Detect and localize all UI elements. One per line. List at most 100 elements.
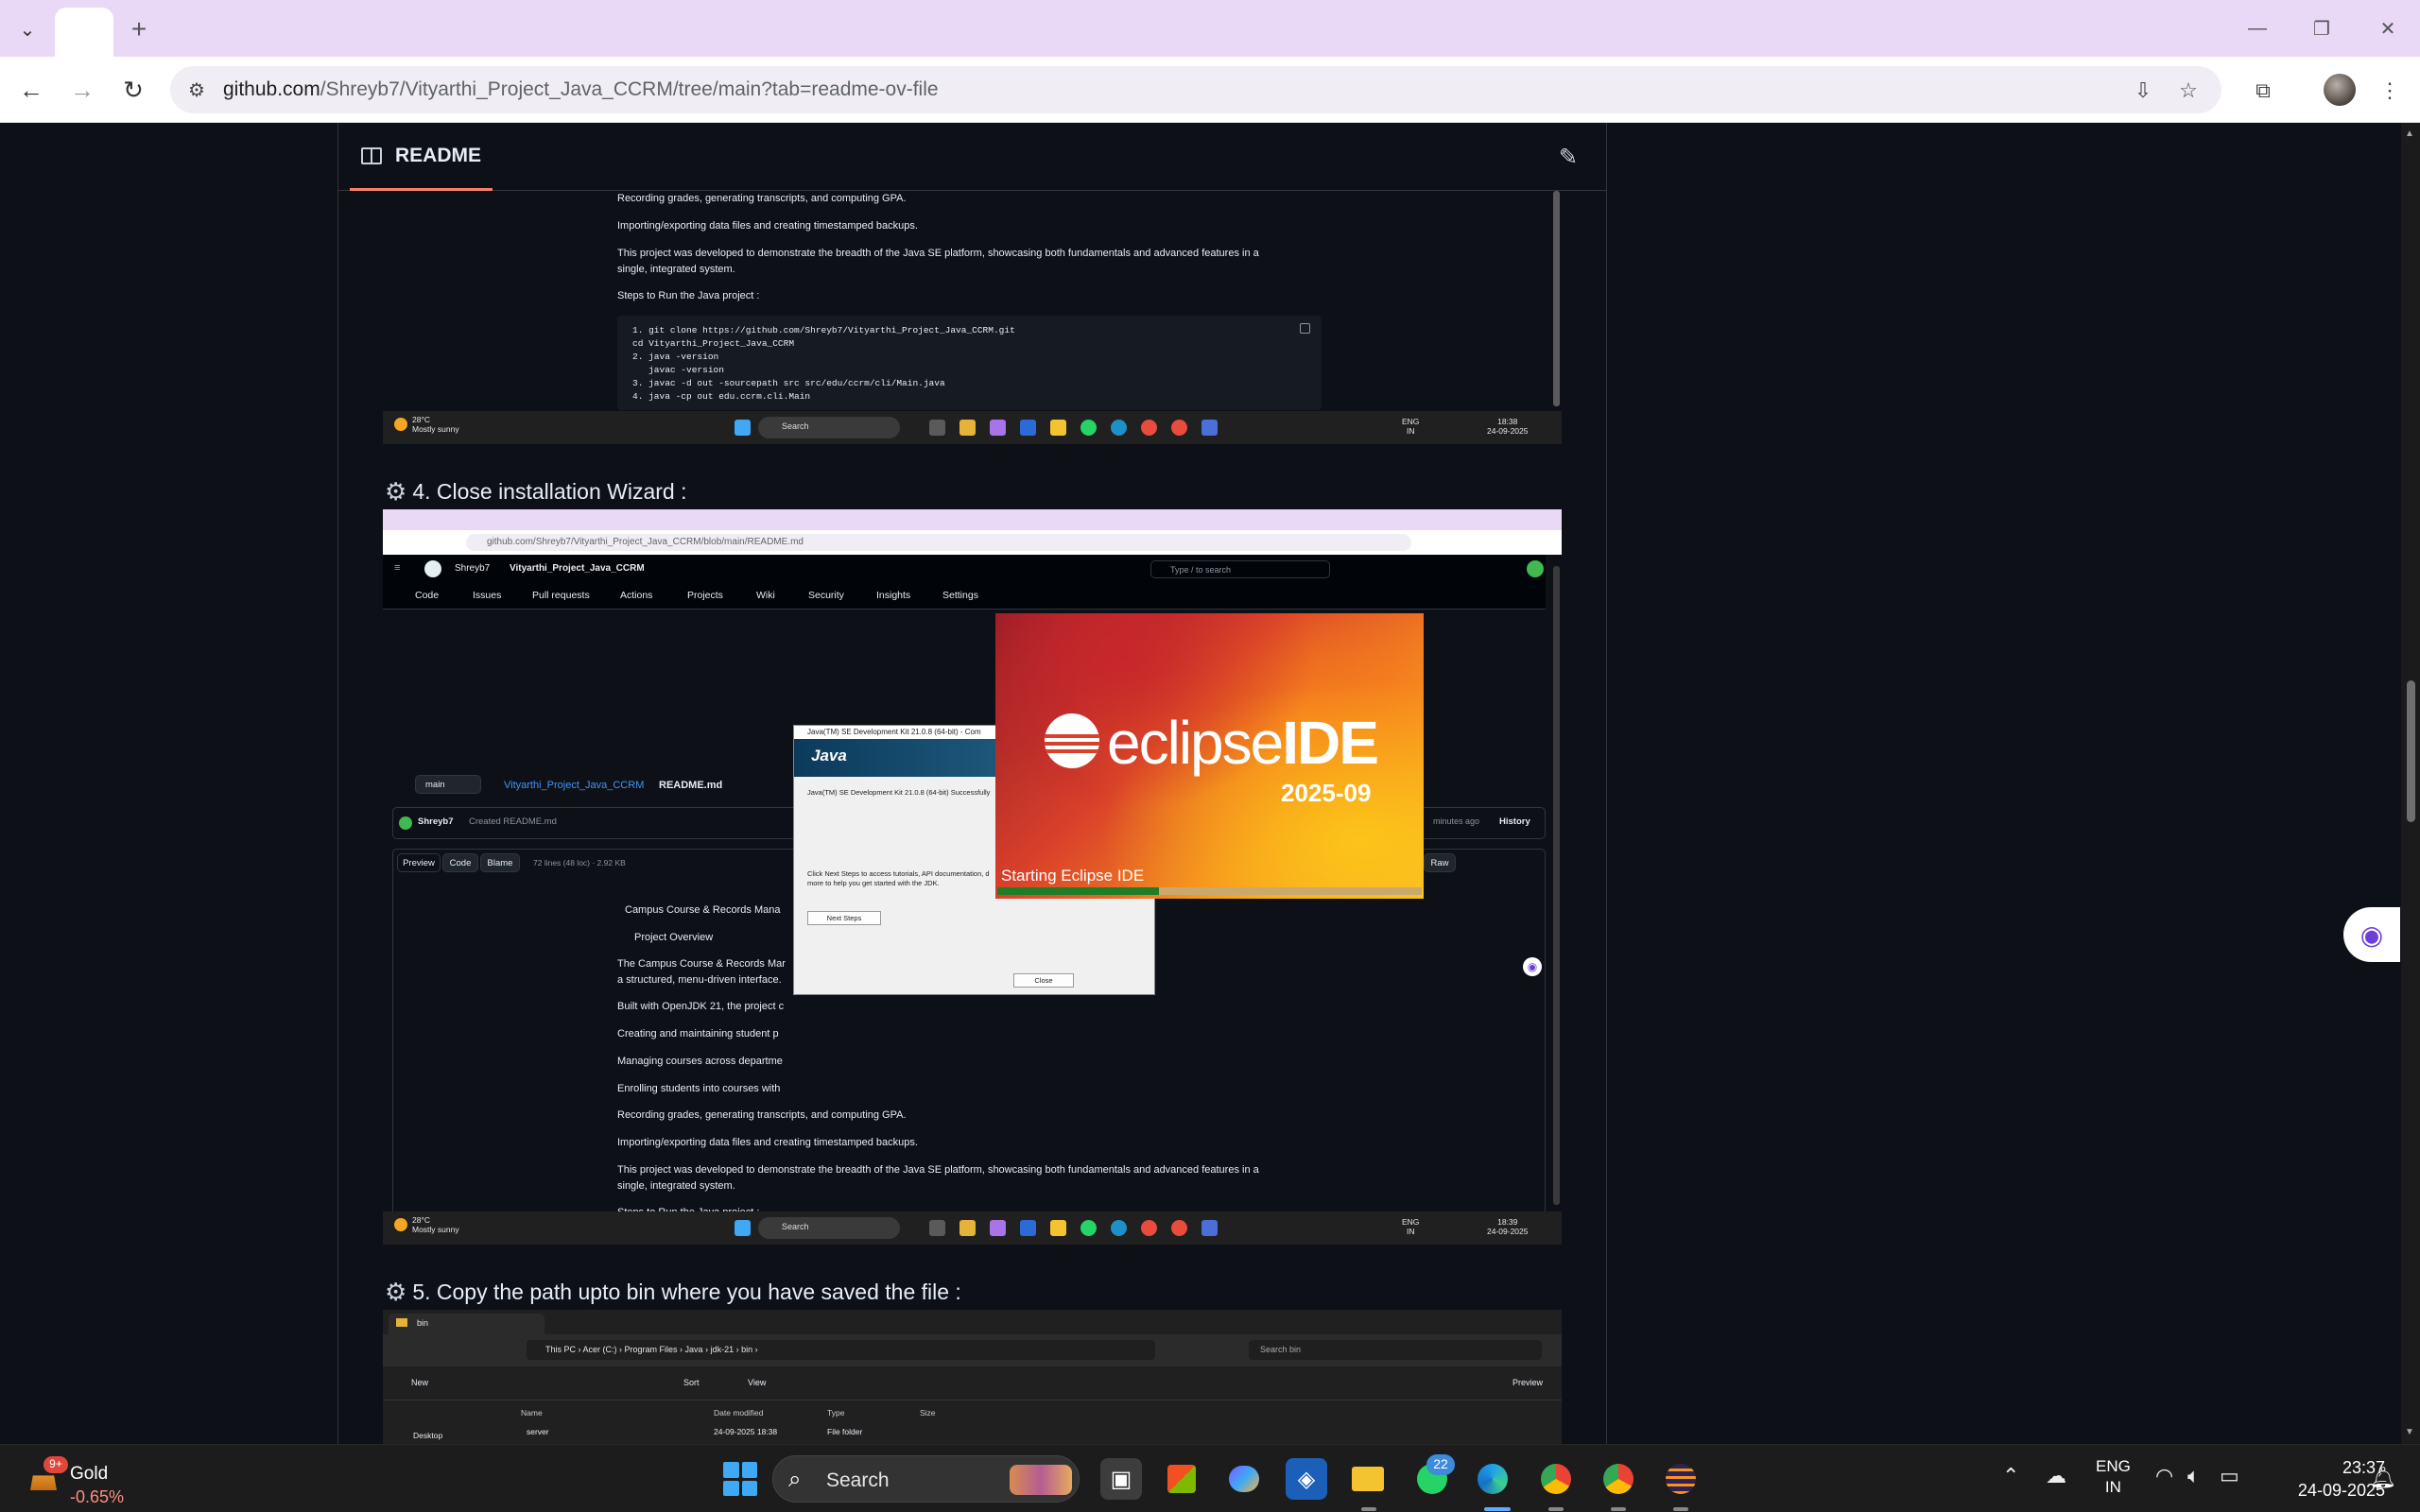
mini-app-icon: [1050, 420, 1066, 436]
code-line: cd Vityarthi_Project_Java_CCRM: [632, 338, 795, 349]
code-line: javac -version: [632, 365, 724, 375]
explorer-view: View: [748, 1378, 767, 1387]
mini-url: github.com/Shreyb7/Vityarthi_Project_Jav…: [466, 534, 1411, 551]
forward-icon[interactable]: →: [62, 70, 102, 110]
address-bar[interactable]: ⚙ github.com/Shreyb7/Vityarthi_Project_J…: [170, 66, 2221, 113]
running-indicator: [1611, 1507, 1626, 1511]
scroll-thumb[interactable]: [2407, 680, 2415, 822]
md-line: Built with OpenJDK 21, the project c: [617, 1001, 785, 1012]
commit-user: Shreyb7: [418, 816, 454, 827]
mini-toolbar: github.com/Shreyb7/Vityarthi_Project_Jav…: [383, 530, 1562, 555]
screenshot-install-wizard: github.com/Shreyb7/Vityarthi_Project_Jav…: [383, 509, 1562, 1245]
md-line: Recording grades, generating transcripts…: [617, 1109, 907, 1121]
onedrive-icon[interactable]: ☁: [2046, 1464, 2066, 1488]
gold-widget[interactable]: 9+ Gold -0.65%: [25, 1456, 176, 1506]
readme-tab[interactable]: README: [350, 123, 493, 191]
mini-weather-text: Mostly sunny: [412, 424, 459, 435]
mini-app-icon: [1171, 420, 1187, 436]
repo-name: Vityarthi_Project_Java_CCRM: [510, 563, 645, 574]
gold-badge: 9+: [43, 1456, 68, 1473]
book-icon: [361, 146, 382, 164]
task-view-icon[interactable]: ▣: [1100, 1458, 1142, 1500]
mini-app-icon: [1020, 420, 1036, 436]
app-icon[interactable]: ◈: [1286, 1458, 1327, 1500]
menu-icon[interactable]: ⋮: [2371, 72, 2409, 110]
gh-tab-actions: Actions: [620, 590, 653, 601]
file-explorer-icon[interactable]: [1347, 1458, 1389, 1500]
mini-start-icon: [735, 420, 751, 436]
battery-icon[interactable]: ▭: [2220, 1464, 2239, 1488]
profile-avatar[interactable]: [2324, 74, 2356, 106]
mini-lang: ENG IN: [1402, 417, 1420, 437]
scroll-up-icon[interactable]: ▲: [2405, 129, 2414, 139]
step-5-heading: ⚙ 5. Copy the path upto bin where you ha…: [385, 1278, 961, 1307]
explorer-tab: bin: [389, 1314, 544, 1334]
page-scrollbar[interactable]: ▲ ▼: [2401, 123, 2420, 1444]
new-tab-icon[interactable]: +: [123, 13, 155, 45]
mini-temp: 28°C: [412, 1215, 430, 1225]
mini-clock: 18:38 24-09-2025: [1487, 417, 1529, 437]
wifi-icon[interactable]: ◠: [2155, 1464, 2173, 1488]
breadcrumb-repo: Vityarthi_Project_Java_CCRM: [504, 780, 645, 791]
mini-app-icon: [1201, 1220, 1218, 1236]
sun-icon: [394, 418, 407, 431]
minimize-icon[interactable]: —: [2238, 11, 2276, 45]
notification-icon[interactable]: 🔔︎: [2370, 1466, 2396, 1490]
mini-app-icon: [959, 1220, 976, 1236]
close-icon[interactable]: ✕: [2369, 11, 2407, 45]
md-line: This project was developed to demonstrat…: [617, 248, 1259, 259]
mini-floating-icon: ◉: [1523, 957, 1542, 976]
gh-tab-settings: Settings: [942, 590, 978, 601]
mini-search: Search: [758, 417, 900, 438]
mini-weather: 28°C Mostly sunny: [394, 1215, 459, 1234]
explorer-search: Search bin: [1249, 1340, 1542, 1360]
folder-icon: [396, 1318, 407, 1327]
volume-icon[interactable]: 🔈︎: [2187, 1464, 2200, 1488]
taskbar-search[interactable]: ⌕ Search: [772, 1455, 1080, 1503]
gh-tab-pulls: Pull requests: [532, 590, 590, 601]
scroll-down-icon[interactable]: ▼: [2405, 1427, 2414, 1437]
eclipse-icon[interactable]: [1660, 1458, 1702, 1500]
mini-tab-strip: [383, 509, 1562, 530]
language-indicator[interactable]: ENG IN: [2096, 1456, 2131, 1498]
mini-scrollbar: [1553, 566, 1560, 1205]
pencil-icon[interactable]: ✎: [1559, 144, 1578, 171]
copilot-icon[interactable]: [1223, 1458, 1265, 1500]
install-icon[interactable]: ⇩: [2129, 77, 2157, 105]
chrome-icon[interactable]: [1535, 1458, 1577, 1500]
gh-tab-issues: Issues: [473, 590, 502, 601]
assistant-float-icon[interactable]: ◉: [2343, 907, 2400, 962]
github-header: ≡ Shreyb7 Vityarthi_Project_Java_CCRM Ty…: [383, 555, 1546, 583]
github-logo: [424, 560, 441, 577]
bookmark-star-icon[interactable]: ☆: [2174, 77, 2203, 105]
mini-app-icon: [959, 420, 976, 436]
restore-icon[interactable]: ❐: [2303, 11, 2341, 45]
md-line: Recording grades, generating transcripts…: [617, 193, 907, 204]
chrome-profile-icon[interactable]: [1598, 1458, 1639, 1500]
hamburger-icon: ≡: [394, 562, 401, 574]
url-text[interactable]: github.com/Shreyb7/Vityarthi_Project_Jav…: [223, 78, 939, 101]
store-icon[interactable]: [1161, 1458, 1202, 1500]
col-type: Type: [827, 1408, 845, 1418]
preview-tab: Preview: [397, 853, 441, 872]
active-tab[interactable]: [55, 8, 113, 57]
mini-app-icon: [1050, 1220, 1066, 1236]
extensions-icon[interactable]: ⧉: [2244, 72, 2282, 110]
reload-icon[interactable]: ↻: [113, 70, 153, 110]
md-line: single, integrated system.: [617, 1180, 735, 1192]
edge-icon[interactable]: [1472, 1458, 1513, 1500]
mini-weather-text: Mostly sunny: [412, 1225, 459, 1235]
tab-list-icon[interactable]: ⌄: [11, 13, 43, 45]
mini-temp: 28°C: [412, 415, 430, 424]
mini-app-icon: [1111, 1220, 1127, 1236]
clock[interactable]: 23:37 24-09-2025: [2272, 1456, 2385, 1503]
md-line: Steps to Run the Java project :: [617, 290, 760, 301]
readme-tab-label: README: [395, 144, 482, 166]
java-success-text: Java(TM) SE Development Kit 21.0.8 (64-b…: [807, 788, 991, 797]
start-icon[interactable]: [723, 1462, 757, 1496]
chevron-up-icon[interactable]: ⌃: [2002, 1464, 2019, 1488]
gear-icon: ⚙: [385, 1278, 407, 1306]
back-icon[interactable]: ←: [11, 70, 51, 110]
eclipse-splash: eclipseIDE 2025-09 Starting Eclipse IDE: [995, 613, 1424, 899]
site-info-icon[interactable]: ⚙: [183, 77, 210, 103]
